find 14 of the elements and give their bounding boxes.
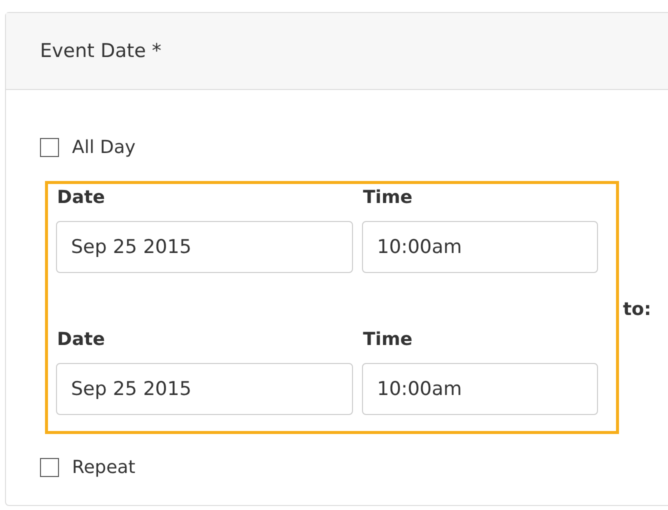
field-label: Date — [57, 329, 106, 351]
range-separator: to: — [623, 298, 652, 322]
card-title: Event Date * — [40, 38, 162, 64]
field-label: Time — [363, 329, 414, 351]
checkbox-label: Repeat — [72, 456, 136, 480]
time-field[interactable]: 10:00am — [362, 221, 598, 273]
checkbox[interactable] — [40, 458, 59, 477]
date-field[interactable]: Sep 25 2015 — [56, 221, 353, 273]
checkbox-label: All Day — [72, 136, 136, 160]
date-field[interactable]: Sep 25 2015 — [56, 363, 353, 415]
field-label: Time — [363, 187, 414, 209]
time-field[interactable]: 10:00am — [362, 363, 598, 415]
field-label: Date — [57, 187, 106, 209]
checkbox[interactable] — [40, 138, 59, 157]
